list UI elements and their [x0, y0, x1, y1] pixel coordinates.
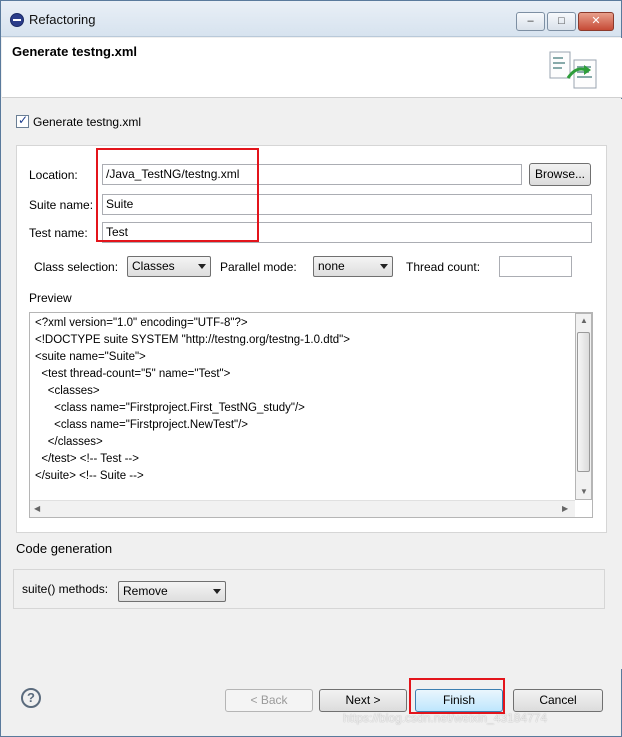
title-bar: Refactoring – □ ✕	[1, 1, 621, 37]
preview-line: <!DOCTYPE suite SYSTEM "http://testng.or…	[35, 334, 350, 346]
thread-count-label: Thread count:	[406, 260, 481, 274]
scrollbar-thumb[interactable]	[577, 332, 590, 472]
parallel-mode-label: Parallel mode:	[220, 260, 297, 274]
preview-line: <suite name="Suite">	[35, 351, 146, 363]
next-button[interactable]: Next >	[319, 689, 407, 712]
preview-line: <class name="Firstproject.First_TestNG_s…	[35, 402, 305, 414]
class-selection-label: Class selection:	[34, 260, 119, 274]
preview-horizontal-scrollbar[interactable]: ◀ ▶	[30, 500, 575, 517]
preview-content: <?xml version="1.0" encoding="UTF-8"?> <!…	[35, 315, 350, 485]
wizard-title: Generate testng.xml	[12, 44, 137, 59]
preview-line: </suite> <!-- Suite -->	[35, 470, 144, 482]
maximize-button[interactable]: □	[547, 12, 576, 31]
testng-settings-group: Location: /Java_TestNG/testng.xml Browse…	[16, 145, 607, 533]
preview-line: </test> <!-- Test -->	[35, 453, 139, 465]
location-input[interactable]: /Java_TestNG/testng.xml	[102, 164, 522, 185]
scroll-down-icon[interactable]: ▼	[580, 487, 588, 496]
preview-vertical-scrollbar[interactable]: ▲ ▼	[575, 313, 592, 500]
cancel-button[interactable]: Cancel	[513, 689, 603, 712]
preview-label: Preview	[29, 291, 72, 305]
scroll-left-icon[interactable]: ◀	[34, 504, 40, 513]
window-title: Refactoring	[29, 12, 96, 27]
finish-button[interactable]: Finish	[415, 689, 503, 712]
suite-methods-value: Remove	[123, 584, 168, 598]
preview-line: <classes>	[35, 385, 100, 397]
class-selection-value: Classes	[132, 259, 175, 273]
browse-button[interactable]: Browse...	[529, 163, 591, 186]
test-name-label: Test name:	[29, 226, 88, 240]
suite-name-label: Suite name:	[29, 198, 94, 212]
suite-name-input[interactable]: Suite	[102, 194, 592, 215]
generate-testng-checkbox[interactable]	[16, 113, 29, 128]
preview-line: </classes>	[35, 436, 103, 448]
preview-line: <?xml version="1.0" encoding="UTF-8"?>	[35, 317, 248, 329]
generate-testng-label: Generate testng.xml	[33, 115, 142, 129]
preview-line: <class name="Firstproject.NewTest"/>	[35, 419, 249, 431]
chevron-down-icon	[213, 589, 221, 594]
wizard-banner: Generate testng.xml	[2, 38, 622, 98]
thread-count-input[interactable]	[499, 256, 572, 277]
preview-textarea[interactable]: <?xml version="1.0" encoding="UTF-8"?> <!…	[29, 312, 593, 518]
suite-methods-select[interactable]: Remove	[118, 581, 226, 602]
refactoring-wizard-icon	[549, 51, 597, 89]
close-button[interactable]: ✕	[578, 12, 614, 31]
preview-line: <test thread-count="5" name="Test">	[35, 368, 231, 380]
suite-methods-label: suite() methods:	[22, 582, 109, 596]
parallel-mode-value: none	[318, 259, 345, 273]
test-name-input[interactable]: Test	[102, 222, 592, 243]
wizard-content: Generate testng.xml Location: /Java_Test…	[2, 99, 622, 669]
code-generation-group: suite() methods: Remove	[13, 569, 605, 609]
class-selection-select[interactable]: Classes	[127, 256, 211, 277]
scroll-up-icon[interactable]: ▲	[580, 316, 588, 325]
minimize-button[interactable]: –	[516, 12, 545, 31]
eclipse-icon	[10, 13, 24, 27]
chevron-down-icon	[380, 264, 388, 269]
scroll-right-icon[interactable]: ▶	[562, 504, 568, 513]
back-button[interactable]: < Back	[225, 689, 313, 712]
watermark: https://blog.csdn.net/weixin_43184774	[343, 711, 548, 725]
help-icon[interactable]: ?	[21, 688, 41, 708]
chevron-down-icon	[198, 264, 206, 269]
location-label: Location:	[29, 168, 78, 182]
code-generation-label: Code generation	[16, 541, 113, 556]
parallel-mode-select[interactable]: none	[313, 256, 393, 277]
refactoring-dialog: Refactoring – □ ✕ Generate testng.xml Ge…	[0, 0, 622, 737]
